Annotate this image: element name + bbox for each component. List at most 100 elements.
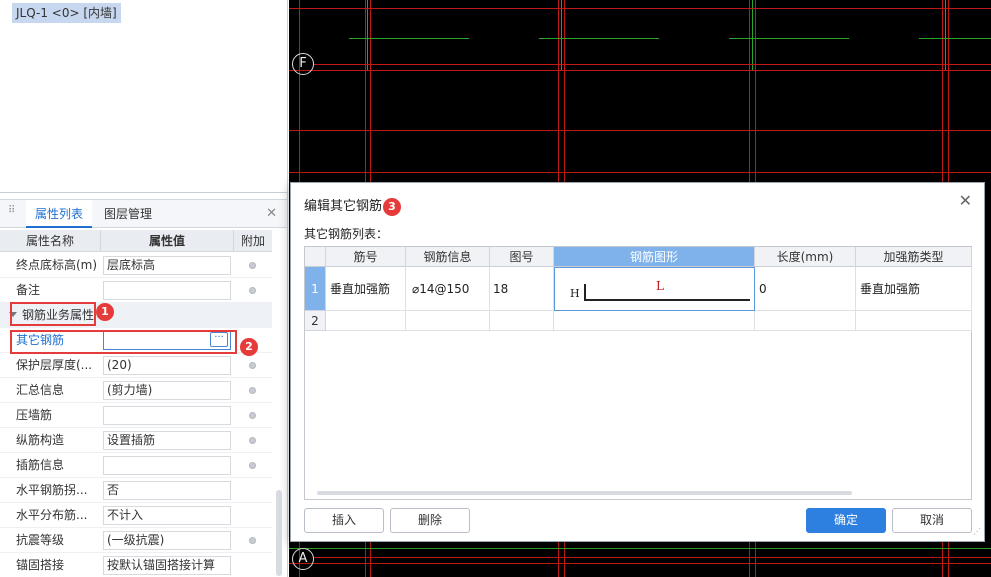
property-value[interactable] [103, 281, 231, 300]
shape-horizontal-leg [584, 299, 750, 301]
annotation-badge-3: 3 [383, 198, 401, 216]
dialog-subtitle: 其它钢筋列表： [304, 227, 389, 241]
property-value[interactable] [103, 456, 231, 475]
cell-fig-no[interactable] [490, 311, 554, 331]
property-name: 水平分布筋... [16, 508, 88, 522]
left-panel: JLQ-1 <0> [内墙] ⠿ 属性列表 图层管理 ✕ 属性名称 属性值 附加… [0, 0, 288, 577]
extra-dot-icon[interactable] [249, 462, 256, 469]
property-value[interactable]: 按默认锚固搭接计算 [103, 556, 231, 575]
shape-label-l: L [656, 279, 664, 293]
grid-line [289, 8, 991, 9]
property-value[interactable]: 层底标高 [103, 256, 231, 275]
ok-button[interactable]: 确定 [806, 508, 886, 533]
panel-tabs: ⠿ 属性列表 图层管理 ✕ [0, 200, 287, 228]
tab-properties[interactable]: 属性列表 [26, 200, 92, 228]
property-row: 插筋信息 [0, 453, 272, 478]
property-name: 备注 [16, 283, 41, 297]
property-name: 水平钢筋拐... [16, 483, 88, 497]
property-row: 抗震等级 (一级抗震) [0, 528, 272, 553]
col-header-bar-no[interactable]: 筋号 [326, 247, 406, 267]
cell-type[interactable] [856, 311, 972, 331]
edit-other-rebar-dialog: 编辑其它钢筋 3 ✕ 其它钢筋列表： 筋号 钢筋信息 图号 钢筋图形 长度(mm… [290, 182, 985, 542]
properties-panel: ⠿ 属性列表 图层管理 ✕ 属性名称 属性值 附加 终点底标高(m) 层底标高 … [0, 199, 287, 577]
property-value[interactable]: 否 [103, 481, 231, 500]
extra-dot-icon[interactable] [249, 437, 256, 444]
grid-line [313, 557, 991, 558]
cell-type[interactable]: 垂直加强筋 [856, 267, 972, 311]
component-tree: JLQ-1 <0> [内墙] [0, 0, 287, 193]
extra-dot-icon[interactable] [249, 287, 256, 294]
property-value[interactable] [103, 406, 231, 425]
cell-rebar-shape[interactable] [554, 311, 755, 331]
cell-length[interactable]: 0 [755, 267, 856, 311]
header-property-name: 属性名称 [25, 234, 74, 248]
close-icon[interactable]: ✕ [959, 191, 972, 210]
property-value[interactable]: (一级抗震) [103, 531, 231, 550]
property-value[interactable]: 设置插筋 [103, 431, 231, 450]
property-name: 纵筋构造 [16, 433, 65, 447]
resize-grip-icon[interactable]: ⋰ [973, 528, 981, 538]
cell-length[interactable] [755, 311, 856, 331]
rebar-line [729, 38, 849, 39]
horizontal-scrollbar[interactable] [317, 491, 852, 495]
property-value[interactable]: 不计入 [103, 506, 231, 525]
property-row: 终点底标高(m) 层底标高 [0, 253, 272, 278]
grid-line [289, 70, 991, 71]
row-number[interactable]: 1 [305, 267, 326, 311]
insert-button[interactable]: 插入 [304, 508, 384, 533]
cell-bar-no[interactable] [326, 311, 406, 331]
annotation-badge-2: 2 [240, 338, 258, 356]
vertical-scrollbar[interactable] [276, 490, 282, 576]
cell-bar-no[interactable]: 垂直加强筋 [326, 267, 406, 311]
cell-fig-no[interactable]: 18 [490, 267, 554, 311]
rebar-line [539, 38, 659, 39]
grid-line [289, 130, 991, 131]
tree-item-jlq1[interactable]: JLQ-1 <0> [内墙] [12, 3, 121, 23]
property-name: 汇总信息 [16, 383, 65, 397]
cell-bar-info[interactable]: ⌀14@150 [406, 267, 490, 311]
col-header-bar-info[interactable]: 钢筋信息 [406, 247, 490, 267]
col-header-type[interactable]: 加强筋类型 [856, 247, 972, 267]
property-name: 终点底标高(m) [16, 258, 98, 272]
col-header-fig-no[interactable]: 图号 [490, 247, 554, 267]
property-value[interactable]: (20) [103, 356, 231, 375]
axis-marker-bottom[interactable]: A [292, 548, 314, 570]
property-row: 水平分布筋... 不计入 [0, 503, 272, 528]
col-header-shape[interactable]: 钢筋图形 [554, 247, 755, 267]
property-value[interactable]: (剪力墙) [103, 381, 231, 400]
axis-marker-top[interactable]: F [292, 53, 314, 75]
extra-dot-icon[interactable] [249, 362, 256, 369]
drag-grip-icon[interactable]: ⠿ [8, 206, 16, 221]
property-row: 压墙筋 [0, 403, 272, 428]
cell-bar-info[interactable] [406, 311, 490, 331]
dialog-title: 编辑其它钢筋 [304, 199, 383, 214]
grid-corner [305, 247, 326, 267]
annotation-box-1 [10, 302, 96, 326]
shape-label-h: H [570, 287, 580, 300]
grid-line [289, 172, 991, 173]
property-table-header: 属性名称 属性值 附加 [0, 230, 272, 252]
property-name: 插筋信息 [16, 458, 65, 472]
property-name: 保护层厚度(... [16, 358, 93, 372]
extra-dot-icon[interactable] [249, 387, 256, 394]
rebar-line [289, 548, 991, 549]
extra-dot-icon[interactable] [249, 537, 256, 544]
delete-button[interactable]: 删除 [390, 508, 470, 533]
annotation-badge-1: 1 [96, 303, 114, 321]
row-number[interactable]: 2 [305, 311, 326, 331]
property-name: 锚固搭接 [16, 558, 65, 572]
header-property-value: 属性值 [100, 230, 234, 252]
cancel-button[interactable]: 取消 [892, 508, 972, 533]
cell-rebar-shape[interactable]: H L [554, 267, 755, 311]
rebar-line [561, 0, 562, 70]
close-icon[interactable]: ✕ [266, 206, 277, 221]
property-row: 备注 [0, 278, 272, 303]
grid-line [289, 563, 991, 564]
extra-dot-icon[interactable] [249, 262, 256, 269]
extra-dot-icon[interactable] [249, 412, 256, 419]
tab-layers[interactable]: 图层管理 [98, 200, 158, 228]
property-name: 压墙筋 [16, 408, 53, 422]
col-header-length[interactable]: 长度(mm) [755, 247, 856, 267]
header-extra: 附加 [240, 234, 265, 248]
property-row: 纵筋构造 设置插筋 [0, 428, 272, 453]
